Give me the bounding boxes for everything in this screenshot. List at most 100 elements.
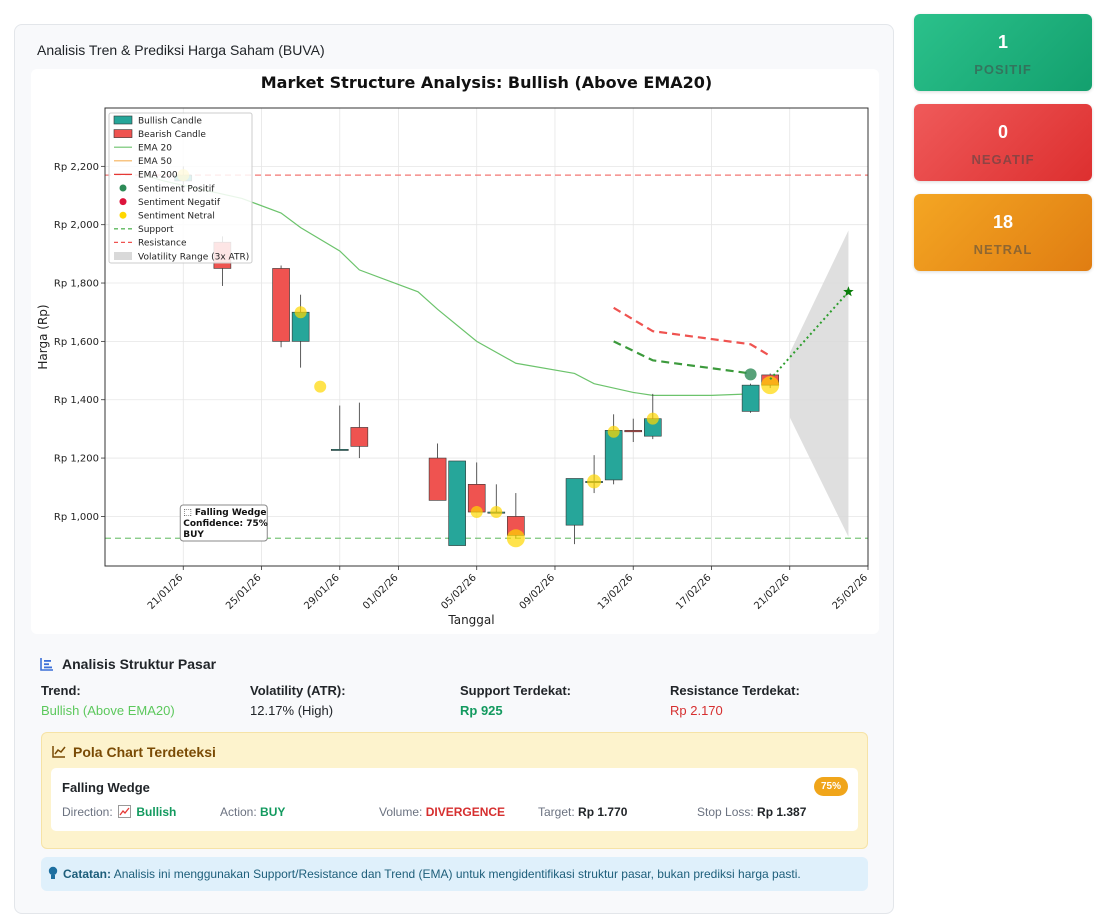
sentiment-neutral-marker [470,506,483,519]
structure-title: Analisis Struktur Pasar [62,656,217,672]
legend-swatch [113,129,133,138]
stat-positive-value: 1 [997,32,1008,52]
chart-container: Market Structure Analysis: Bullish (Abov… [31,69,879,634]
trend-key: Trend: [41,683,81,698]
stat-neutral-value: 18 [992,212,1014,232]
bearish-candle [624,430,643,433]
structure-heading: Analisis Struktur Pasar [40,656,216,672]
y-tick-label: Rp 1,400 [54,395,99,406]
sentiment-neutral-marker [646,412,659,425]
bearish-candle [350,427,369,447]
stat-neutral-card: 18 NETRAL [914,194,1092,271]
legend-swatch [119,184,127,192]
x-tick-label: 25/02/26 [831,572,871,612]
bullish-candle [330,449,349,451]
x-tick-label: 21/02/26 [752,572,792,612]
stat-positive-label: POSITIF [974,62,1032,77]
x-tick-label: 09/02/26 [518,572,558,612]
action-value: BUY [260,805,286,819]
resistance-field: Resistance Terdekat: Rp 2.170 [670,683,800,718]
x-tick-label: 21/01/26 [146,572,186,612]
target-label: Target: [538,805,575,819]
legend-swatch [113,115,133,125]
y-tick-label: Rp 1,000 [54,512,99,523]
list-chart-icon [40,658,53,671]
note-label: Catatan: [63,867,112,881]
y-tick-label: Rp 1,200 [54,454,99,465]
y-tick-label: Rp 1,600 [54,337,99,348]
sentiment-neutral-marker [607,425,620,438]
x-tick-label: 01/02/26 [361,572,401,612]
sentiment-neutral-marker [490,506,503,519]
volatility-range-band [789,230,849,537]
support-projection-line [613,340,751,375]
target-value: Rp 1.770 [578,805,628,819]
bullish-candle [565,478,584,526]
legend-label: Bearish Candle [138,130,206,140]
pattern-heading: Pola Chart Terdeteksi [52,744,216,760]
legend-label: Bullish Candle [138,116,202,126]
stat-positive-card: 1 POSITIF [914,14,1092,91]
annotation-line-2: Confidence: 75% [183,519,268,529]
action-label: Action: [220,805,257,819]
y-axis-label: Harga (Rp) [36,304,50,369]
trend-field: Trend: Bullish (Above EMA20) [41,683,175,718]
stoploss-value: Rp 1.387 [757,805,807,819]
lightbulb-icon [48,866,58,879]
legend-label: Sentiment Netral [138,212,215,222]
legend-label: EMA 50 [138,157,172,167]
legend-label: Resistance [138,239,187,249]
support-key: Support Terdekat: [460,683,571,698]
chart-increasing-icon [118,805,132,818]
action-field: Action: BUY [220,805,285,819]
direction-value: Bullish [136,805,177,819]
x-tick-label: 13/02/26 [596,572,636,612]
stat-negative-card: 0 NEGATIF [914,104,1092,181]
legend-label: EMA 20 [138,144,172,154]
confidence-badge: 75% [813,777,848,796]
bearish-candle [272,268,290,342]
direction-label: Direction: [62,805,113,819]
sentiment-positive-marker [744,368,757,381]
volume-field: Volume: DIVERGENCE [379,805,505,819]
y-tick-label: Rp 1,800 [54,279,99,290]
bullish-candle [741,384,760,412]
stoploss-field: Stop Loss: Rp 1.387 [697,805,806,819]
target-field: Target: Rp 1.770 [538,805,627,819]
bearish-candle [428,457,447,501]
chart-legend: Bullish Candle Bearish Candle EMA 20 EMA 50… [108,112,253,264]
stoploss-label: Stop Loss: [697,805,754,819]
volatility-field: Volatility (ATR): 12.17% (High) [250,683,346,718]
support-field: Support Terdekat: Rp 925 [460,683,571,718]
sentiment-neutral-marker [314,380,327,393]
resistance-key: Resistance Terdekat: [670,683,800,698]
legend-label: Sentiment Positif [138,184,215,194]
market-structure-chart: Market Structure Analysis: Bullish (Abov… [36,73,871,627]
pattern-section-title: Pola Chart Terdeteksi [73,744,216,760]
x-tick-label: 05/02/26 [439,572,479,612]
sentiment-neutral-marker [294,306,307,319]
sentiment-neutral-marker [506,529,525,548]
volume-label: Volume: [379,805,423,819]
card-title: Analisis Tren & Prediksi Harga Saham (BU… [37,42,325,58]
note-text: Analisis ini menggunakan Support/Resista… [113,867,801,881]
annotation-line-1: ⬚ Falling Wedge [183,508,266,518]
y-tick-label: Rp 2,000 [54,220,99,231]
stat-negative-label: NEGATIF [971,152,1035,167]
direction-field: Direction: Bullish [62,805,176,819]
legend-label: Support [138,225,174,235]
x-tick-label: 25/01/26 [224,572,264,612]
resistance-projection-line [613,306,771,357]
legend-label: Volatility Range (3x ATR) [138,252,249,262]
sentiment-neutral-marker [587,474,602,489]
annotation-line-3: BUY [183,530,204,540]
note-box: Catatan: Analisis ini menggunakan Suppor… [41,857,868,891]
pattern-card: Falling Wedge 75% Direction: Bullish Act… [51,768,858,831]
legend-swatch [114,252,132,260]
x-tick-label: 29/01/26 [302,572,342,612]
chart-title: Market Structure Analysis: Bullish (Abov… [261,73,713,92]
resistance-value: Rp 2.170 [670,703,723,718]
bullish-candle [448,460,466,546]
y-tick-label: Rp 2,200 [54,162,99,173]
volume-value: DIVERGENCE [425,805,506,819]
